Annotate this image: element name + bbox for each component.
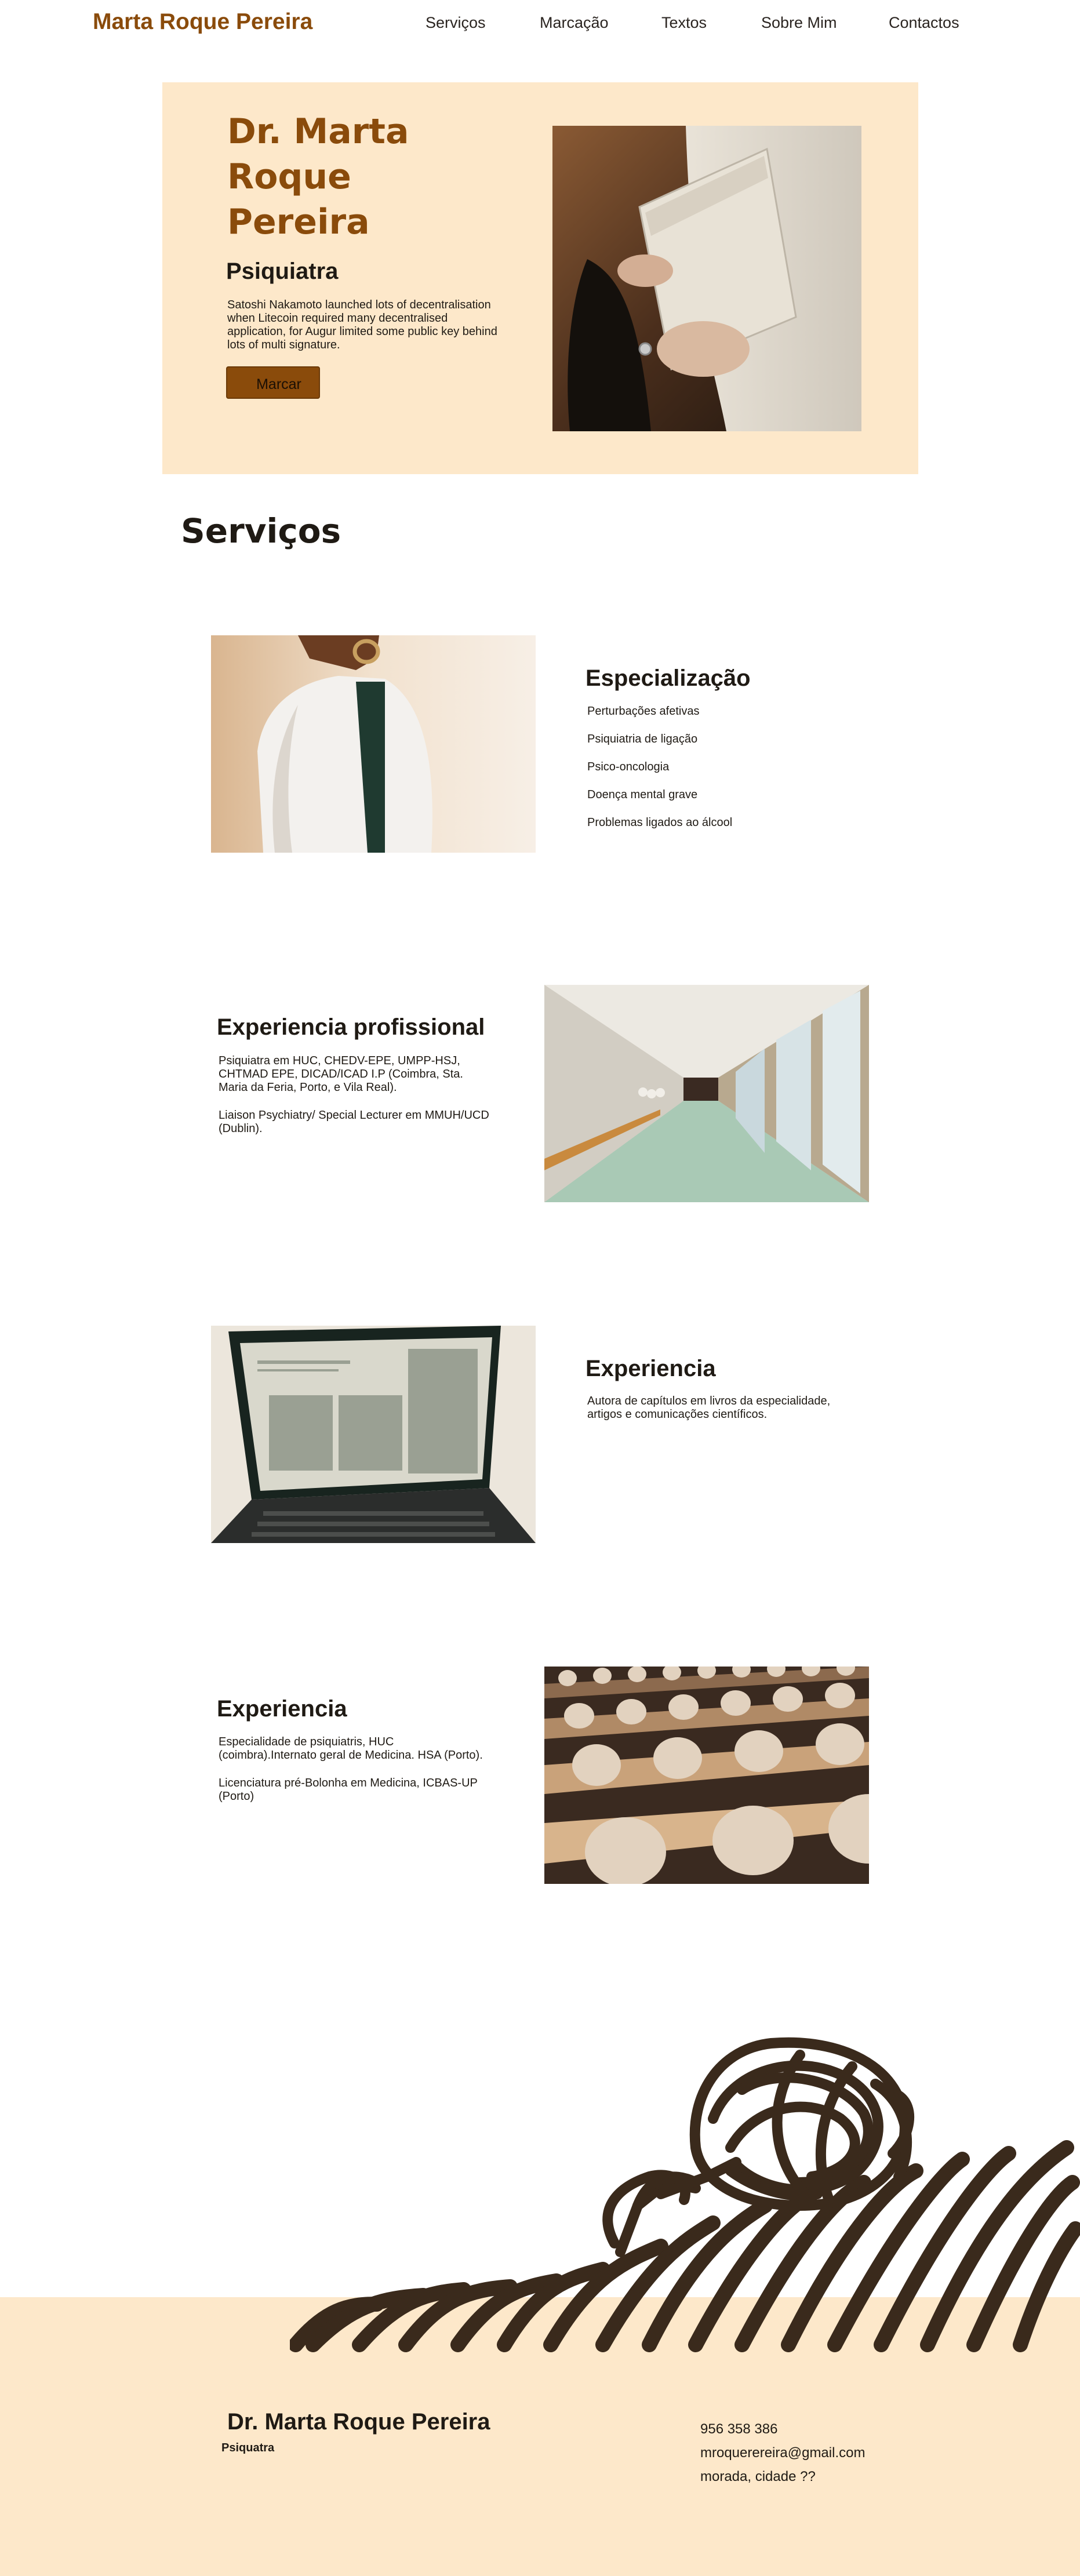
hero-title: Dr. Marta Roque Pereira: [227, 109, 494, 245]
footer-address: morada, cidade ??: [700, 2469, 816, 2484]
hero-image: [552, 126, 861, 431]
hero-description: Satoshi Nakamoto launched lots of decent…: [227, 299, 497, 351]
specialization-list: Perturbações afetivas Psiquiatria de lig…: [587, 705, 831, 844]
footer-contact: 956 358 386 mroquerereira@gmail.com mora…: [700, 2417, 865, 2488]
paragraph: Especialidade de psiquiatris, HUC (coimb…: [219, 1735, 483, 1762]
list-item: Psico-oncologia: [587, 761, 670, 773]
paragraph: Psiquiatra em HUC, CHEDV-EPE, UMPP-HSJ, …: [219, 1054, 463, 1094]
nav-marcacao[interactable]: Marcação: [540, 14, 609, 32]
experience-title-1: Experiencia: [586, 1356, 716, 1381]
nav-contactos[interactable]: Contactos: [889, 14, 959, 32]
nav-textos[interactable]: Textos: [661, 14, 707, 32]
list-item: Perturbações afetivas: [587, 705, 700, 718]
specialization-title: Especialização: [586, 665, 751, 691]
paragraph: Licenciatura pré-Bolonha em Medicina, IC…: [219, 1777, 478, 1803]
list-item: Problemas ligados ao álcool: [587, 816, 733, 829]
professional-experience-text: Psiquiatra em HUC, CHEDV-EPE, UMPP-HSJ, …: [219, 1054, 491, 1150]
hero-role: Psiquiatra: [226, 259, 339, 284]
lecture-hall-image: [544, 1667, 869, 1884]
paragraph: Liaison Psychiatry/ Special Lecturer em …: [219, 1109, 489, 1135]
hero-title-line1: Dr. Marta: [227, 111, 409, 152]
services-title: Serviços: [181, 511, 341, 551]
experience-text-2: Especialidade de psiquiatris, HUC (coimb…: [219, 1735, 491, 1818]
paragraph: Autora de capítulos em livros da especia…: [587, 1395, 831, 1421]
professional-experience-image: [544, 985, 869, 1202]
hero-title-line2: Roque Pereira: [227, 157, 370, 242]
list-item: Psiquiatria de ligação: [587, 733, 698, 745]
experience-title-2: Experiencia: [217, 1696, 347, 1722]
book-appointment-button[interactable]: Marcar: [226, 366, 320, 399]
footer-name: Dr. Marta Roque Pereira: [227, 2409, 490, 2435]
list-item: Doença mental grave: [587, 788, 698, 801]
footer-email[interactable]: mroquerereira@gmail.com: [700, 2441, 865, 2465]
footer-role: Psiquatra: [221, 2442, 275, 2454]
nav-sobre-mim[interactable]: Sobre Mim: [761, 14, 837, 32]
professional-experience-title: Experiencia profissional: [217, 1014, 485, 1040]
specialization-image: [211, 635, 536, 853]
sisyphus-illustration: [288, 2032, 1080, 2353]
experience-text-1: Autora de capítulos em livros da especia…: [587, 1395, 848, 1436]
experience-laptop-image: [211, 1326, 536, 1543]
footer-phone[interactable]: 956 358 386: [700, 2417, 865, 2441]
site-logo[interactable]: Marta Roque Pereira: [93, 9, 312, 35]
nav-servicos[interactable]: Serviços: [426, 14, 486, 32]
